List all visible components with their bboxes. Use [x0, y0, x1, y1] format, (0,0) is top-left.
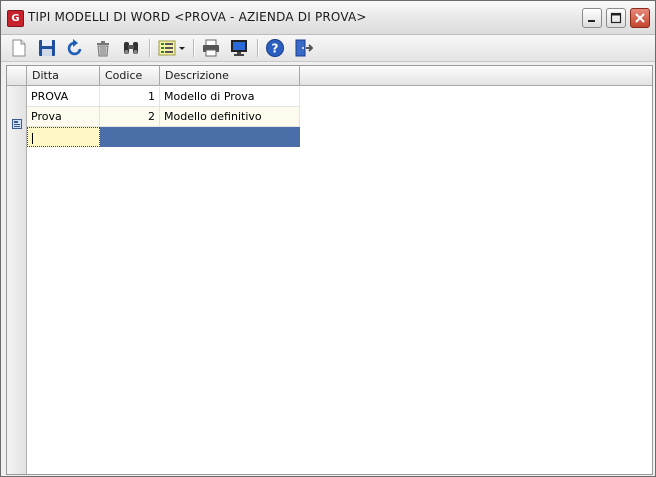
current-row-indicator-icon — [12, 119, 22, 129]
minimize-icon — [588, 20, 595, 22]
close-button[interactable] — [630, 8, 650, 28]
preview-button[interactable] — [229, 38, 249, 58]
new-row-cell[interactable] — [100, 127, 160, 147]
app-icon: G — [7, 10, 24, 27]
list-dropdown-icon — [158, 40, 185, 56]
delete-button[interactable] — [93, 38, 113, 58]
cell-ditta[interactable]: Prova — [27, 107, 100, 127]
maximize-button[interactable] — [606, 8, 626, 28]
window-title: TIPI MODELLI DI WORD <PROVA - AZIENDA DI… — [28, 10, 367, 24]
undo-icon — [67, 39, 82, 56]
exit-button[interactable] — [293, 38, 313, 58]
new-document-button[interactable] — [9, 38, 29, 58]
print-button[interactable] — [201, 38, 221, 58]
document-icon — [12, 39, 26, 57]
save-button[interactable] — [37, 38, 57, 58]
cell-ditta[interactable]: PROVA — [27, 87, 100, 107]
svg-text:?: ? — [272, 42, 279, 56]
view-options-button[interactable] — [157, 38, 187, 58]
data-grid[interactable]: Ditta Codice Descrizione PROVA 1 Modello… — [6, 65, 653, 475]
floppy-icon — [39, 40, 55, 56]
column-header-codice[interactable]: Codice — [100, 66, 160, 86]
help-button[interactable]: ? — [265, 38, 285, 58]
column-header-filler — [300, 66, 652, 86]
column-header-descrizione[interactable]: Descrizione — [160, 66, 300, 86]
toolbar-separator — [149, 39, 151, 57]
column-header-ditta[interactable]: Ditta — [27, 66, 100, 86]
toolbar-separator — [257, 39, 259, 57]
app-window: G TIPI MODELLI DI WORD <PROVA - AZIENDA … — [0, 0, 656, 477]
toolbar: ? — [1, 35, 655, 62]
monitor-icon — [231, 40, 247, 56]
title-bar[interactable]: G TIPI MODELLI DI WORD <PROVA - AZIENDA … — [1, 1, 655, 35]
new-row-editing-cell[interactable] — [27, 127, 100, 147]
help-icon: ? — [266, 39, 284, 57]
binoculars-icon — [124, 42, 138, 54]
grid-corner — [7, 66, 27, 86]
exit-door-icon — [295, 39, 313, 57]
undo-button[interactable] — [65, 38, 85, 58]
search-button[interactable] — [121, 38, 141, 58]
cell-descrizione[interactable]: Modello definitivo — [160, 107, 300, 127]
new-row-cell[interactable] — [160, 127, 300, 147]
close-icon — [635, 13, 645, 23]
text-caret — [32, 132, 33, 144]
cell-descrizione[interactable]: Modello di Prova — [160, 87, 300, 107]
cell-codice[interactable]: 1 — [100, 87, 160, 107]
trash-icon — [97, 41, 109, 57]
toolbar-separator — [193, 39, 195, 57]
printer-icon — [203, 39, 219, 57]
cell-codice[interactable]: 2 — [100, 107, 160, 127]
minimize-button[interactable] — [582, 8, 602, 28]
maximize-icon — [610, 12, 622, 24]
